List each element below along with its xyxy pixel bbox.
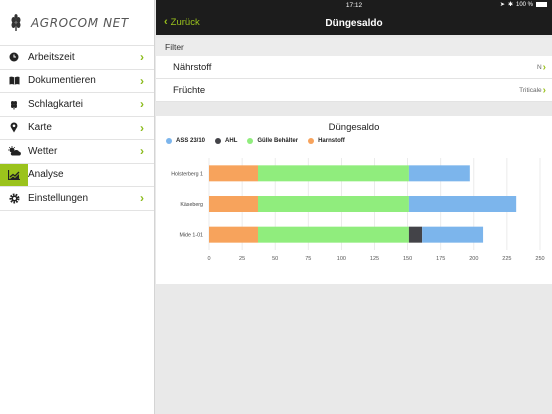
wheat-icon xyxy=(0,93,28,116)
bar-segment xyxy=(408,196,517,212)
chevron-right-icon: › xyxy=(140,73,144,88)
bar-segment xyxy=(257,226,409,243)
sidebar-menu: Arbeitszeit › Dokumentieren › Schlagkart… xyxy=(0,46,154,211)
x-tick-label: 175 xyxy=(436,256,445,262)
chart-plot: 0 25 50 75 100 125 150 175 200 225 250 Holsterberg … xyxy=(171,158,545,262)
clock-icon xyxy=(0,46,28,69)
sidebar-item-label: Arbeitszeit xyxy=(28,51,75,63)
status-time: 17:12 xyxy=(345,2,363,9)
filter-label: Nährstoff xyxy=(173,61,212,73)
sidebar-item-label: Dokumentieren xyxy=(28,75,96,87)
bar-segment xyxy=(422,226,484,243)
bar-segment xyxy=(209,226,258,243)
sidebar-item-label: Einstellungen xyxy=(28,192,89,204)
sidebar-item-label: Wetter xyxy=(28,145,58,157)
back-label: Zurück xyxy=(170,16,200,28)
chevron-right-icon: › xyxy=(140,97,144,112)
chevron-right-icon: › xyxy=(542,84,546,96)
weather-icon xyxy=(0,140,28,163)
gear-icon xyxy=(0,187,28,210)
filter-value: N xyxy=(536,63,542,71)
sidebar-item-karte[interactable]: Karte › xyxy=(0,117,154,140)
x-tick-label: 0 xyxy=(207,256,210,262)
main-panel: 17:12 ➤ ✱ 100 % ‹ Zurück Düngesaldo Filt… xyxy=(156,0,552,414)
chevron-right-icon: › xyxy=(140,144,144,159)
page-title: Düngesaldo xyxy=(325,17,383,29)
bluetooth-icon: ✱ xyxy=(507,2,513,8)
battery-percent: 100 % xyxy=(515,1,533,8)
filter-row-naehrstoff[interactable]: Nährstoff N › xyxy=(156,56,552,79)
brand-name: AGROCOM NET xyxy=(31,15,129,30)
chevron-right-icon: › xyxy=(542,61,546,73)
x-tick-label: 50 xyxy=(272,256,278,262)
filter-value: Triticale xyxy=(519,86,542,94)
sidebar-item-label: Karte xyxy=(28,122,52,134)
chevron-right-icon: › xyxy=(140,191,144,206)
y-category-label: Mide 1-01 xyxy=(179,233,203,239)
filter-row-fruechte[interactable]: Früchte Triticale › xyxy=(156,79,552,102)
bar-segment xyxy=(408,165,470,182)
chart-icon xyxy=(0,163,28,186)
x-tick-label: 25 xyxy=(239,256,245,262)
x-tick-label: 75 xyxy=(305,256,311,262)
battery-icon xyxy=(536,2,547,7)
sidebar-item-analyse[interactable]: Analyse xyxy=(0,163,154,187)
sidebar: AGROCOM NET Arbeitszeit › Dokumentieren … xyxy=(0,0,155,414)
bar-segment xyxy=(209,196,258,212)
bar-segment xyxy=(408,226,423,243)
sidebar-item-wetter[interactable]: Wetter › xyxy=(0,140,154,164)
status-indicators: ➤ ✱ 100 % xyxy=(500,1,547,8)
chevron-right-icon: › xyxy=(140,120,144,135)
filter-label: Früchte xyxy=(173,84,206,96)
brand: AGROCOM NET xyxy=(0,0,154,46)
x-tick-label: 150 xyxy=(403,256,412,262)
y-category-label: Holsterberg 1 xyxy=(171,171,203,177)
sidebar-item-einstellungen[interactable]: Einstellungen › xyxy=(0,187,154,211)
sidebar-item-arbeitszeit[interactable]: Arbeitszeit › xyxy=(0,46,154,70)
x-tick-label: 200 xyxy=(469,256,478,262)
chevron-right-icon: › xyxy=(140,50,144,65)
back-button[interactable]: ‹ Zurück xyxy=(164,16,200,28)
chart-card: Düngesaldo ASS 23/10 AHL Gülle Behälter … xyxy=(156,116,552,284)
sidebar-item-label: Schlagkartei xyxy=(28,98,84,110)
book-icon xyxy=(0,70,28,93)
wheat-logo-icon xyxy=(11,13,21,31)
x-tick-label: 250 xyxy=(535,256,544,262)
filter-header: Filter xyxy=(156,38,552,56)
chevron-left-icon: ‹ xyxy=(164,16,168,28)
app-root: AGROCOM NET Arbeitszeit › Dokumentieren … xyxy=(0,0,552,414)
sidebar-item-dokumentieren[interactable]: Dokumentieren › xyxy=(0,70,154,93)
bar-segment xyxy=(209,165,258,182)
location-icon: ➤ xyxy=(499,2,505,8)
bar-segment xyxy=(257,165,409,182)
x-tick-label: 125 xyxy=(370,256,379,262)
nav-bar: ‹ Zurück Düngesaldo xyxy=(156,11,552,35)
map-pin-icon xyxy=(0,117,28,140)
sidebar-item-schlagkartei[interactable]: Schlagkartei › xyxy=(0,93,154,117)
bar-segment xyxy=(257,196,409,212)
x-tick-label: 225 xyxy=(502,256,511,262)
y-category-label: Käseberg xyxy=(180,202,203,208)
status-bar: 17:12 ➤ ✱ 100 % xyxy=(156,0,552,11)
x-tick-label: 100 xyxy=(337,256,346,262)
sidebar-item-label: Analyse xyxy=(28,169,64,181)
